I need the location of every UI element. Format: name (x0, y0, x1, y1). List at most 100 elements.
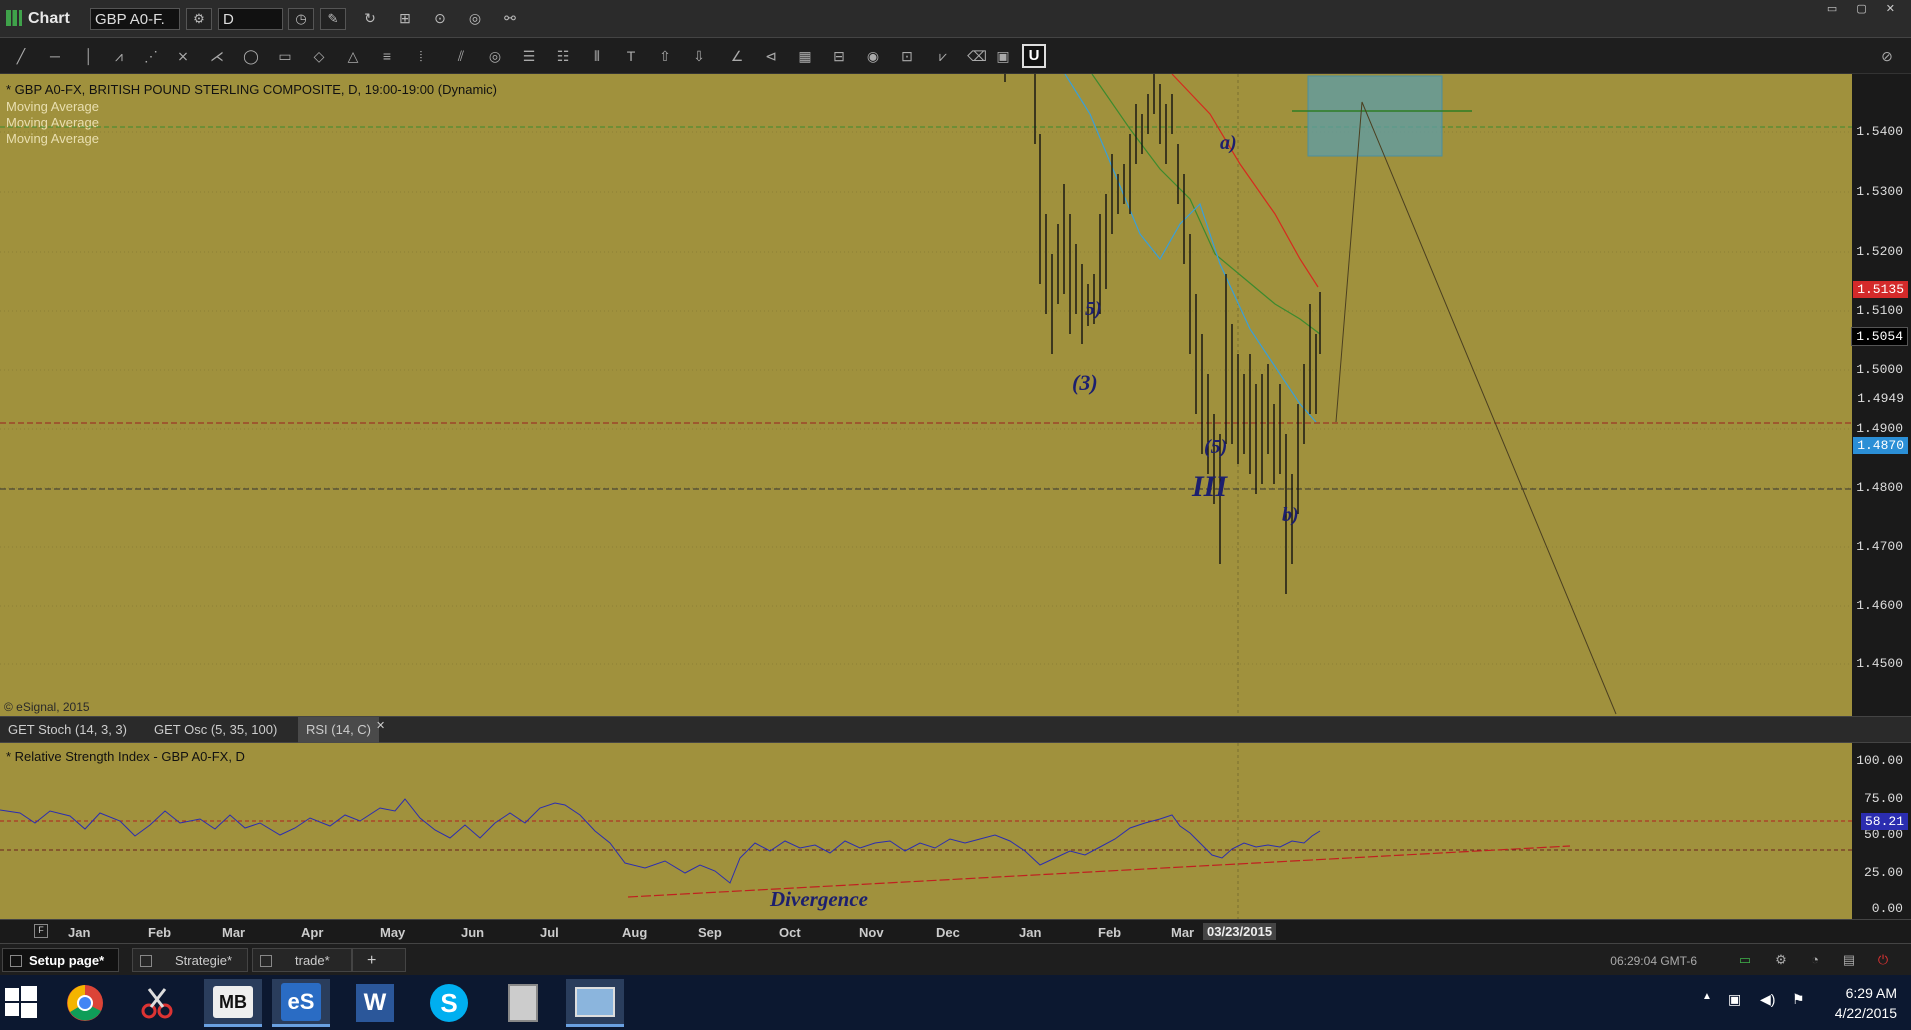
parallel-tool-icon[interactable]: ⫽ (450, 46, 472, 66)
triangle-tool-icon[interactable]: △ (342, 46, 364, 66)
lock-tool-icon[interactable]: ▣ (992, 46, 1014, 66)
chrome-app-icon[interactable] (56, 979, 114, 1027)
tab-rsi[interactable]: RSI (14, C) (298, 717, 380, 743)
timezone-tool-icon[interactable]: ⦀ (586, 46, 608, 66)
channel-tool-icon[interactable]: ≡ (376, 46, 398, 66)
wifi-icon[interactable]: ◔ (1806, 952, 1824, 968)
flag-icon[interactable]: ⚑ (1792, 991, 1805, 1008)
mb-app-icon[interactable]: MB (204, 979, 262, 1027)
copyright-text: © eSignal, 2015 (4, 700, 90, 714)
pencil-icon[interactable]: ✎ (320, 8, 346, 30)
window-controls[interactable]: ▭ ▢ ✕ (1827, 2, 1903, 15)
page-tab-setup[interactable]: Setup page* (2, 948, 120, 972)
page-checkbox[interactable] (10, 955, 22, 967)
grid-tool-icon[interactable]: ▦ (794, 46, 816, 66)
settings-icon[interactable]: ⚙ (1772, 952, 1790, 968)
refresh-icon[interactable]: ↻ (360, 10, 380, 28)
taskbar-clock[interactable]: 6:29 AM 4/22/2015 (1835, 983, 1897, 1023)
tab-get-stoch[interactable]: GET Stoch (14, 3, 3) (0, 717, 135, 743)
calculator-app-icon[interactable] (494, 979, 552, 1027)
zigzag-tool-icon[interactable]: ⩗ (932, 46, 954, 66)
page-tab-strategie[interactable]: Strategie* (132, 948, 248, 972)
diamond-tool-icon[interactable]: ◇ (308, 46, 330, 66)
esignal-app-icon[interactable]: eS (272, 979, 330, 1027)
alert-icon[interactable]: ◎ (465, 10, 485, 28)
remote-desktop-icon[interactable] (566, 979, 624, 1027)
fib-retrace-icon[interactable]: ☰ (518, 46, 540, 66)
time-x-axis[interactable]: F Jan Feb Mar Apr May Jun Jul Aug Sep Oc… (0, 919, 1911, 943)
status-time: 06:29:04 GMT-6 (1610, 954, 1697, 968)
word-app-icon[interactable]: W (346, 979, 404, 1027)
fib-ext-icon[interactable]: ☷ (552, 46, 574, 66)
cursor-date-label: 03/23/2015 (1203, 923, 1277, 940)
price-y-axis[interactable]: 1.5400 1.5300 1.5200 1.5100 1.5000 1.490… (1851, 74, 1911, 716)
chat-icon[interactable]: ▭ (1736, 952, 1754, 968)
windows-start-icon[interactable] (4, 985, 38, 1019)
link-icon[interactable]: ⚯ (500, 10, 520, 28)
rsi-y-axis[interactable]: 100.00 75.00 50.00 25.00 0.00 58.21 (1852, 743, 1911, 919)
angle-tool-icon[interactable]: ∠ (726, 46, 748, 66)
keyboard-icon[interactable]: ▤ (1840, 952, 1858, 968)
page-tab-label: Setup page* (29, 953, 105, 968)
hide-tools-icon[interactable]: ⊘ (1876, 46, 1898, 66)
quote-icon[interactable]: ⊞ (395, 10, 415, 28)
hline-tool-icon[interactable]: ─ (44, 46, 66, 66)
price-chart-pane[interactable]: * GBP A0-FX, BRITISH POUND STERLING COMP… (0, 74, 1852, 716)
cycle-tool-icon[interactable]: ◎ (484, 46, 506, 66)
ellipse-tool-icon[interactable]: ◯ (240, 46, 262, 66)
rsi-tick: 75.00 (1863, 791, 1903, 806)
interval-input[interactable] (218, 8, 283, 30)
clock-icon[interactable]: ◷ (288, 8, 314, 30)
arrow-up-tool-icon[interactable]: ⇧ (654, 46, 676, 66)
chart-titlebar: Chart ⚙ ◷ ✎ ↻ ⊞ ⊙ ◎ ⚯ ▭ ▢ ✕ (0, 0, 1911, 38)
y-tick: 1.5400 (1856, 124, 1903, 139)
x-tick: Apr (301, 925, 324, 940)
power-icon[interactable]: ⏻ (1874, 952, 1892, 968)
tray-chevron-icon[interactable]: ▲ (1702, 991, 1712, 1002)
snipping-tool-icon[interactable] (128, 979, 186, 1027)
page-checkbox[interactable] (140, 955, 152, 967)
x-tick: Jul (540, 925, 559, 940)
pitchfork-tool-icon[interactable]: ⋰ (140, 46, 162, 66)
page-tab-label: trade* (295, 953, 330, 968)
line-tool-icon[interactable]: ╱ (10, 46, 32, 66)
symbol-input[interactable] (90, 8, 180, 30)
fan-tool-icon[interactable]: ⋌ (206, 46, 228, 66)
eraser-tool-icon[interactable]: ⌫ (966, 46, 988, 66)
volume-icon[interactable]: ◀) (1760, 991, 1775, 1008)
x-tick: Feb (148, 925, 172, 940)
wave-tool-icon[interactable]: ⩘ (108, 46, 130, 66)
play-icon[interactable]: ⊙ (430, 10, 450, 28)
axis-settings-icon[interactable]: F (34, 924, 48, 938)
rsi-pane[interactable]: * Relative Strength Index - GBP A0-FX, D… (0, 743, 1852, 919)
page-tabs-bar: Setup page* Strategie* trade* + ▾ 06:29:… (0, 943, 1911, 992)
symbol-link-icon[interactable]: ⚙ (186, 8, 212, 30)
x-tick: Jan (1019, 925, 1042, 940)
network-icon[interactable]: ▣ (1728, 991, 1741, 1008)
text-tool-icon[interactable]: T (620, 46, 642, 66)
page-tab-trade[interactable]: trade* (252, 948, 352, 972)
andrews-tool-icon[interactable]: ⊟ (828, 46, 850, 66)
y-tick: 1.5100 (1856, 303, 1903, 318)
gann-tool-icon[interactable]: ⦙ (410, 46, 432, 66)
close-tab-icon[interactable]: ✕ (376, 719, 385, 732)
rsi-value-badge: 58.21 (1860, 813, 1908, 830)
page-checkbox[interactable] (260, 955, 272, 967)
eye-tool-icon[interactable]: ◉ (862, 46, 884, 66)
y-tick: 1.4900 (1856, 421, 1903, 436)
magnet-icon[interactable]: U (1022, 44, 1046, 68)
chart-logo-icon (6, 10, 22, 26)
vline-tool-icon[interactable]: │ (78, 46, 100, 66)
x-tick: Jun (461, 925, 485, 940)
arrow-down-tool-icon[interactable]: ⇩ (688, 46, 710, 66)
wave-label-b: b) (1282, 504, 1299, 526)
add-page-button[interactable]: + ▾ (352, 948, 406, 992)
y-tick: 1.5300 (1856, 184, 1903, 199)
clock-date: 4/22/2015 (1834, 1005, 1897, 1021)
measure-tool-icon[interactable]: ⊡ (896, 46, 918, 66)
skype-app-icon[interactable]: S (420, 979, 478, 1027)
tab-get-osc[interactable]: GET Osc (5, 35, 100) (146, 717, 285, 743)
fib-tool-icon[interactable]: ⨯ (172, 46, 194, 66)
speed-tool-icon[interactable]: ⊲ (760, 46, 782, 66)
rectangle-tool-icon[interactable]: ▭ (274, 46, 296, 66)
